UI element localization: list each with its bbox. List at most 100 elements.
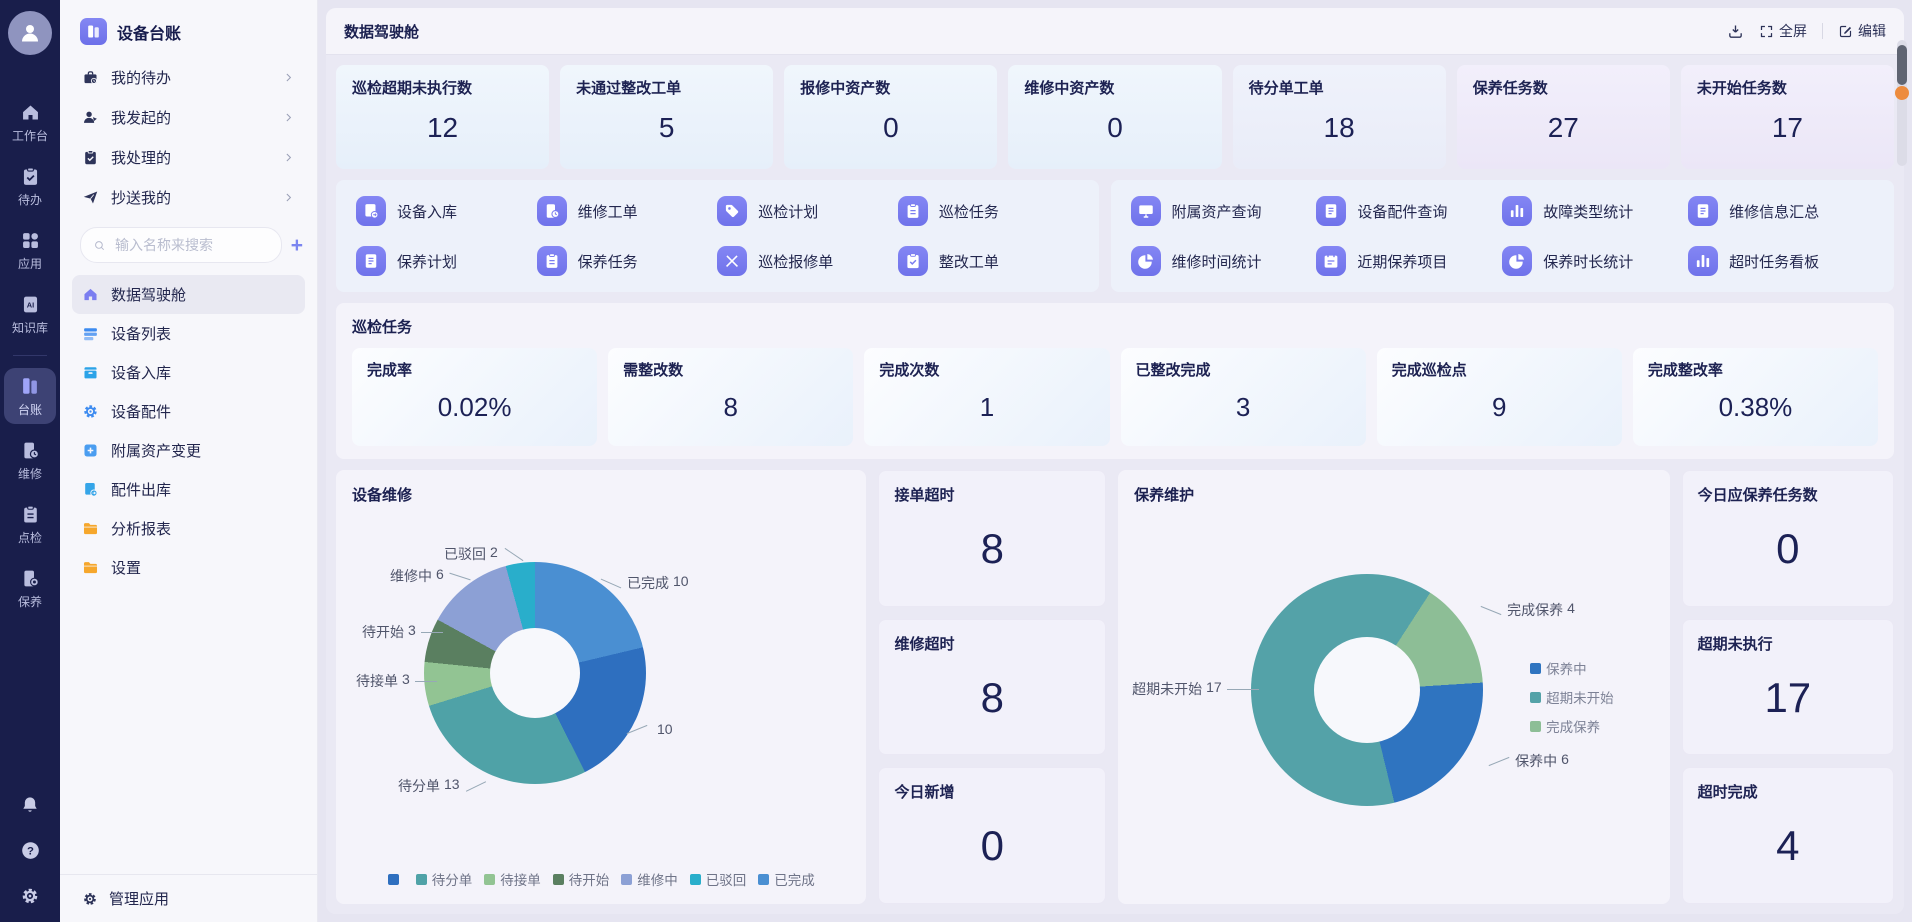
- maintenance-duration-pie-icon: [1502, 246, 1532, 276]
- sidebar-item-device-list[interactable]: 设备列表: [72, 314, 305, 353]
- card-new-today: 今日新增0: [878, 767, 1106, 904]
- tile-value: 3: [1136, 380, 1351, 435]
- rail-item-repair[interactable]: 维修: [4, 433, 56, 488]
- card-overtime-completed: 超时完成4: [1682, 767, 1894, 904]
- edit-button[interactable]: 编辑: [1838, 21, 1886, 41]
- leader-line: [449, 572, 470, 580]
- quick-link-repair-order[interactable]: 维修工单: [537, 196, 718, 226]
- callout-overdue-not-started: 超期未开始17: [1132, 679, 1259, 699]
- quick-link-rectification-order[interactable]: 整改工单: [898, 246, 1079, 276]
- rail-item-todo[interactable]: 待办: [4, 159, 56, 214]
- quick-link-maintenance-duration[interactable]: 保养时长统计: [1502, 246, 1688, 276]
- tile-value: 0.02%: [367, 380, 582, 435]
- quick-link-recent-maintenance[interactable]: 近期保养项目: [1316, 246, 1502, 276]
- search-input[interactable]: [113, 236, 269, 254]
- chevron-right-icon: [282, 151, 295, 164]
- device-parts-icon: [82, 403, 99, 420]
- quick-link-maintenance-plan[interactable]: 保养计划: [356, 246, 537, 276]
- fullscreen-button[interactable]: 全屏: [1759, 21, 1807, 41]
- legend-chip: [484, 874, 495, 885]
- legend-item-to-accept[interactable]: 待接单: [484, 869, 541, 889]
- stat-card-maintenance-tasks: 保养任务数27: [1457, 65, 1670, 169]
- quick-link-overdue-board[interactable]: 超时任务看板: [1688, 246, 1874, 276]
- rail-item-knowledge-base[interactable]: 知识库: [4, 287, 56, 342]
- sidebar-item-data-cockpit[interactable]: 数据驾驶舱: [72, 275, 305, 314]
- app-header: 设备台账: [60, 0, 317, 57]
- equipment-ledger-app: 工作台 待办 应用 知识库 台账 维修: [0, 0, 1912, 922]
- bell-icon[interactable]: [20, 795, 40, 815]
- callout-maintaining: 保养中6: [1488, 751, 1569, 771]
- quick-link-inspection-repair-order[interactable]: 巡检报修单: [717, 246, 898, 276]
- sidebar-item-device-inbound[interactable]: 设备入库: [72, 353, 305, 392]
- legend-chip: [758, 874, 769, 885]
- sidebar-item-parts-outbound[interactable]: 配件出库: [72, 470, 305, 509]
- app-title: 设备台账: [117, 20, 181, 44]
- menu-item-initiated-by-me[interactable]: 我发起的: [72, 97, 305, 137]
- manage-apps-button[interactable]: 管理应用: [60, 874, 317, 922]
- quick-link-inspection-task[interactable]: 巡检任务: [898, 196, 1079, 226]
- header-divider: [1822, 23, 1823, 39]
- menu-item-handled-by-me[interactable]: 我处理的: [72, 137, 305, 177]
- quick-link-repair-time-stats[interactable]: 维修时间统计: [1131, 246, 1317, 276]
- quick-links-left: 设备入库 维修工单 巡检计划 巡检任务 保养计划 保养任务 巡检报修单 整改工单: [336, 180, 1099, 292]
- sidebar-item-settings[interactable]: 设置: [72, 548, 305, 587]
- sidebar-item-asset-change[interactable]: 附属资产变更: [72, 431, 305, 470]
- quick-link-inspection-plan[interactable]: 巡检计划: [717, 196, 898, 226]
- legend-item-maintenance-done[interactable]: 完成保养: [1530, 716, 1614, 736]
- legend-item-completed[interactable]: 已完成: [758, 869, 815, 889]
- stat-value: 18: [1249, 98, 1430, 157]
- app-logo-icon: [80, 18, 107, 45]
- legend-item-unnamed[interactable]: [388, 874, 404, 885]
- scrollbar-thumb[interactable]: [1897, 45, 1907, 85]
- quick-link-asset-query[interactable]: 附属资产查询: [1131, 196, 1317, 226]
- recent-maintenance-calendar-icon: [1316, 246, 1346, 276]
- quick-link-device-inbound[interactable]: 设备入库: [356, 196, 537, 226]
- scrollbar-indicator-ball[interactable]: [1895, 86, 1909, 100]
- main-area: 数据驾驶舱 全屏 编辑 巡检超期未执行数12 未通过整改工单5 报修中资产数0 …: [318, 0, 1912, 922]
- leader-line: [465, 781, 485, 792]
- quick-link-maintenance-task[interactable]: 保养任务: [537, 246, 718, 276]
- person-icon: [18, 21, 42, 45]
- legend-item-rejected[interactable]: 已驳回: [690, 869, 747, 889]
- menu-item-my-todo[interactable]: 我的待办: [72, 57, 305, 97]
- legend-item-to-start[interactable]: 待开始: [553, 869, 610, 889]
- search-icon: [93, 238, 106, 253]
- quick-link-repair-summary[interactable]: 维修信息汇总: [1688, 196, 1874, 226]
- legend-item-maintaining[interactable]: 保养中: [1530, 658, 1614, 678]
- help-icon[interactable]: [20, 840, 41, 861]
- user-avatar[interactable]: [8, 11, 52, 55]
- legend-item-overdue-not-started[interactable]: 超期未开始: [1530, 687, 1614, 707]
- maintenance-chart-title: 保养维护: [1134, 487, 1194, 504]
- leader-line: [627, 724, 648, 733]
- legend-chip: [388, 874, 399, 885]
- maintenance-stats-stack: 今日应保养任务数0 超期未执行17 超时完成4: [1682, 470, 1894, 904]
- legend-item-repairing[interactable]: 维修中: [621, 869, 678, 889]
- leader-line: [601, 578, 622, 588]
- rail-item-apps[interactable]: 应用: [4, 223, 56, 278]
- legend-item-to-assign[interactable]: 待分单: [416, 869, 473, 889]
- legend-chip: [621, 874, 632, 885]
- sidebar-item-device-parts[interactable]: 设备配件: [72, 392, 305, 431]
- add-button[interactable]: +: [291, 235, 303, 256]
- callout-rejected: 已驳回2: [444, 544, 525, 564]
- rail-item-workbench[interactable]: 工作台: [4, 95, 56, 150]
- report-folder-icon: [82, 520, 99, 537]
- rail-item-maintenance[interactable]: 保养: [4, 561, 56, 616]
- dashboard-home-icon: [82, 286, 99, 303]
- repair-summary-doc-icon: [1688, 196, 1718, 226]
- download-button[interactable]: [1727, 23, 1744, 40]
- repair-stats-stack: 接单超时8 维修超时8 今日新增0: [878, 470, 1106, 904]
- menu-item-cc-to-me[interactable]: 抄送我的: [72, 177, 305, 217]
- panel-header: 数据驾驶舱 全屏 编辑: [326, 8, 1904, 55]
- quick-links-right: 附属资产查询 设备配件查询 故障类型统计 维修信息汇总 维修时间统计 近期保养项…: [1111, 180, 1894, 292]
- rail-item-spot-check[interactable]: 点检: [4, 497, 56, 552]
- settings-icon[interactable]: [20, 886, 40, 906]
- sidebar-item-reports[interactable]: 分析报表: [72, 509, 305, 548]
- device-inbound-icon: [82, 364, 99, 381]
- rail-item-ledger[interactable]: 台账: [4, 368, 56, 424]
- app-rail: 工作台 待办 应用 知识库 台账 维修: [0, 0, 60, 922]
- device-repair-donut: [424, 562, 646, 784]
- tile-value: 8: [623, 380, 838, 435]
- quick-link-fault-type-stats[interactable]: 故障类型统计: [1502, 196, 1688, 226]
- quick-link-parts-query[interactable]: 设备配件查询: [1316, 196, 1502, 226]
